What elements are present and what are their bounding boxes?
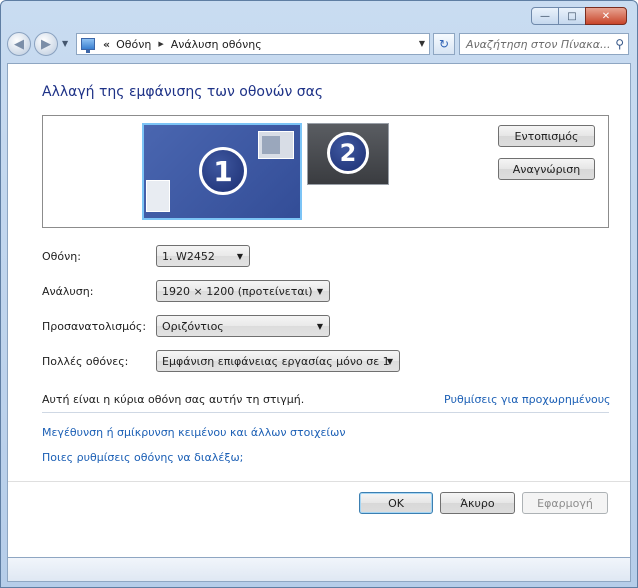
monitor-1[interactable]: 1: [142, 123, 302, 220]
main-display-text: Αυτή είναι η κύρια οθόνη σας αυτήν τη στ…: [42, 393, 305, 406]
monitor-icon: [81, 38, 95, 53]
monitor-2[interactable]: 2: [307, 123, 389, 185]
forward-arrow-icon: ▶: [41, 36, 51, 52]
maximize-button[interactable]: □: [558, 7, 586, 25]
which-settings-link[interactable]: Ποιες ρυθμίσεις οθόνης να διαλέξω;: [42, 451, 243, 464]
maximize-icon: □: [567, 10, 577, 22]
orientation-select-value: Οριζόντιος: [162, 319, 224, 333]
divider: [42, 412, 609, 413]
advanced-settings-link[interactable]: Ρυθμίσεις για προχωρημένους: [444, 393, 611, 406]
display-select-value: 1. W2452: [162, 249, 215, 263]
search-input[interactable]: Αναζήτηση στον Πίνακα... ⚲: [459, 33, 629, 55]
main-content: Αλλαγή της εμφάνισης των οθονών σας 1 2 …: [7, 63, 631, 558]
navigation-bar: ◀ ▶ ▼ « Οθόνη ▶ Ανάλυση οθόνης ▼ ↻ Αναζή…: [7, 31, 631, 57]
monitor-preview: 1 2 Εντοπισμός Αναγνώριση: [42, 115, 609, 228]
display-label: Οθόνη:: [42, 250, 81, 263]
address-bar[interactable]: « Οθόνη ▶ Ανάλυση οθόνης ▼: [76, 33, 430, 55]
chevron-down-icon: ▼: [316, 322, 323, 331]
recent-pages-button[interactable]: ▼: [62, 39, 68, 48]
chevron-down-icon: ▼: [236, 252, 243, 261]
close-button[interactable]: ✕: [585, 7, 627, 25]
start-menu-thumbnail-icon: [146, 180, 170, 212]
detect-button[interactable]: Εντοπισμός: [498, 125, 595, 147]
ok-button[interactable]: OK: [359, 492, 433, 514]
orientation-select[interactable]: Οριζόντιος ▼: [156, 315, 330, 337]
resolution-label: Ανάλυση:: [42, 285, 94, 298]
multiple-displays-select[interactable]: Εμφάνιση επιφάνειας εργασίας μόνο σε 1 ▼: [156, 350, 400, 372]
monitor-1-number: 1: [199, 147, 247, 195]
orientation-label: Προσανατολισμός:: [42, 320, 147, 333]
resolution-select[interactable]: 1920 × 1200 (προτείνεται) ▼: [156, 280, 330, 302]
back-button[interactable]: ◀: [7, 32, 31, 56]
close-icon: ✕: [601, 10, 611, 22]
back-arrow-icon: ◀: [14, 36, 24, 52]
forward-button[interactable]: ▶: [34, 32, 58, 56]
chevron-down-icon: ▼: [316, 287, 323, 296]
breadcrumb-item-display[interactable]: Οθόνη: [116, 38, 151, 51]
control-panel-window: — □ ✕ ◀ ▶ ▼ « Οθόνη ▶ Ανάλυση οθόνης ▼ ↻…: [0, 0, 638, 588]
search-icon[interactable]: ⚲: [615, 37, 624, 51]
breadcrumb-overflow[interactable]: «: [103, 38, 110, 51]
footer-divider: [8, 481, 630, 482]
multiple-displays-select-value: Εμφάνιση επιφάνειας εργασίας μόνο σε 1: [162, 354, 390, 368]
breadcrumb-item-resolution[interactable]: Ανάλυση οθόνης: [171, 38, 262, 51]
text-size-link[interactable]: Μεγέθυνση ή σμίκρυνση κειμένου και άλλων…: [42, 426, 345, 439]
breadcrumb-arrow-icon[interactable]: ▶: [158, 40, 163, 48]
minimize-icon: —: [540, 10, 550, 22]
search-placeholder: Αναζήτηση στον Πίνακα...: [466, 37, 611, 51]
apply-button[interactable]: Εφαρμογή: [522, 492, 608, 514]
multiple-displays-label: Πολλές οθόνες:: [42, 355, 129, 368]
identify-button[interactable]: Αναγνώριση: [498, 158, 595, 180]
caption-buttons: — □ ✕: [531, 7, 627, 25]
address-dropdown-icon[interactable]: ▼: [419, 39, 425, 48]
status-bar: [7, 558, 631, 582]
monitor-2-number: 2: [327, 132, 369, 174]
chevron-down-icon: ▼: [386, 357, 393, 366]
display-select[interactable]: 1. W2452 ▼: [156, 245, 250, 267]
refresh-button[interactable]: ↻: [433, 33, 455, 55]
page-title: Αλλαγή της εμφάνισης των οθονών σας: [42, 84, 324, 100]
cancel-button[interactable]: Άκυρο: [440, 492, 515, 514]
resolution-select-value: 1920 × 1200 (προτείνεται): [162, 284, 313, 298]
refresh-icon: ↻: [438, 37, 450, 51]
window-thumbnail-icon: [258, 131, 294, 159]
minimize-button[interactable]: —: [531, 7, 559, 25]
chevron-down-icon: ▼: [62, 39, 69, 48]
